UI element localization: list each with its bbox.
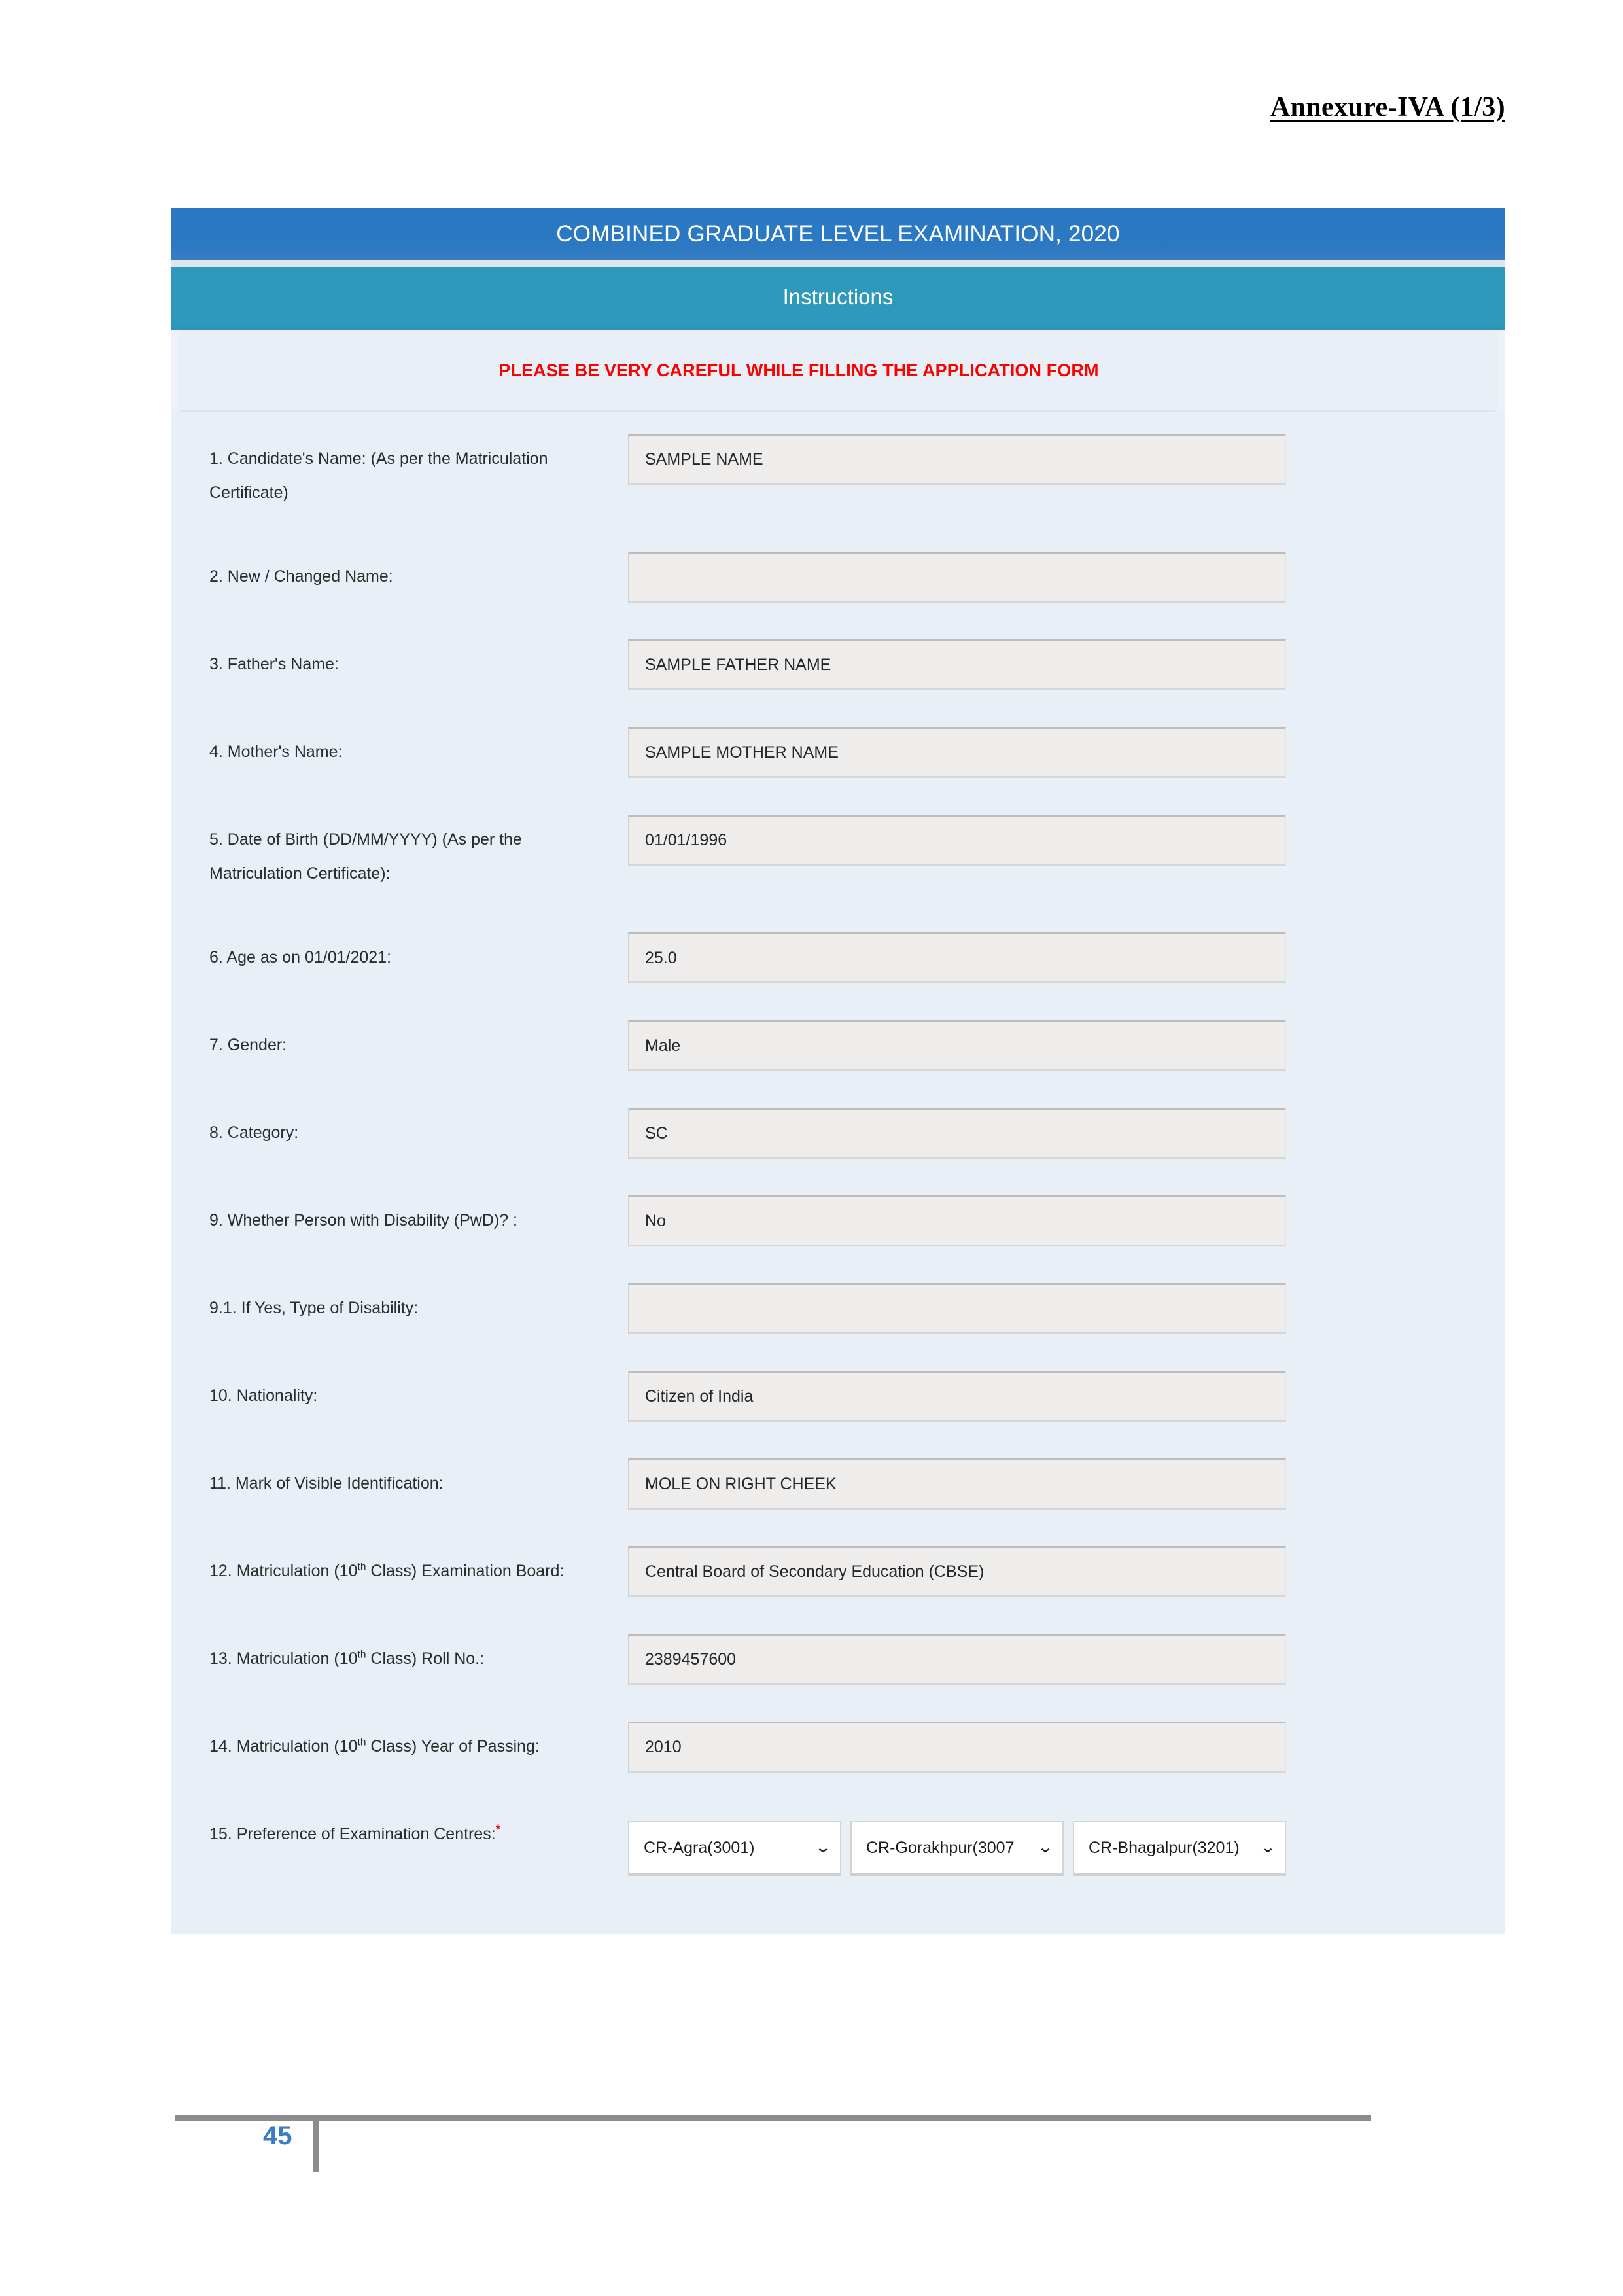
footer-rule [175,2115,1371,2121]
field-control: 2010 [628,1711,1505,1773]
field-label-prefix: 13. Matriculation (10 [209,1650,358,1668]
exam-title: COMBINED GRADUATE LEVEL EXAMINATION, 202… [556,221,1120,247]
instructions-block: PLEASE BE VERY CAREFUL WHILE FILLING THE… [171,330,1505,410]
centre-select-1-value: CR-Agra(3001) [644,1838,755,1857]
field-label-suffix: Class) Roll No.: [366,1650,485,1668]
field-control: 2389457600 [628,1623,1505,1685]
candidate-name-input[interactable]: SAMPLE NAME [628,434,1286,485]
age-input[interactable]: 25.0 [628,932,1286,983]
field-label: 13. Matriculation (10th Class) Roll No.: [209,1623,628,1676]
chevron-down-icon: ⌄ [814,1839,831,1856]
changed-name-input[interactable] [628,552,1286,603]
field-control: CR-Agra(3001) ⌄ CR-Gorakhpur(3007 ⌄ CR-B… [628,1799,1505,1876]
form-row: 9. Whether Person with Disability (PwD)?… [171,1185,1505,1273]
field-label: 9.1. If Yes, Type of Disability: [209,1299,419,1317]
field-label: 7. Gender: [209,1036,287,1054]
form-row: 3. Father's Name: SAMPLE FATHER NAME [171,629,1505,716]
application-form-panel: COMBINED GRADUATE LEVEL EXAMINATION, 202… [171,208,1505,1934]
form-row: 6. Age as on 01/01/2021: 25.0 [171,922,1505,1010]
ordinal-suffix: th [357,1561,366,1573]
form-row: 14. Matriculation (10th Class) Year of P… [171,1711,1505,1799]
footer-tick [313,2115,319,2172]
field-control: SAMPLE MOTHER NAME [628,716,1505,778]
field-label: 15. Preference of Examination Centres:* [209,1799,628,1851]
field-control: MOLE ON RIGHT CHEEK [628,1448,1505,1510]
field-label: 1. Candidate's Name: (As per the Matricu… [209,450,548,502]
centre-select-2[interactable]: CR-Gorakhpur(3007 ⌄ [850,1821,1064,1876]
field-control [628,1273,1505,1334]
field-control: 01/01/1996 [628,804,1505,866]
page-number: 45 [263,2121,292,2150]
form-row: 12. Matriculation (10th Class) Examinati… [171,1536,1505,1623]
ordinal-suffix: th [357,1737,366,1748]
bar-divider [171,260,1505,267]
nationality-input[interactable]: Citizen of India [628,1371,1286,1422]
field-control: Central Board of Secondary Education (CB… [628,1536,1505,1597]
mother-name-input[interactable]: SAMPLE MOTHER NAME [628,727,1286,778]
centre-select-3[interactable]: CR-Bhagalpur(3201) ⌄ [1073,1821,1286,1876]
form-row: 1. Candidate's Name: (As per the Matricu… [171,423,1505,541]
form-row: 2. New / Changed Name: [171,541,1505,629]
annexure-label: Annexure-IVA (1/3) [1270,92,1505,122]
instructions-title: Instructions [782,285,894,309]
form-fields: 1. Candidate's Name: (As per the Matricu… [171,412,1505,1934]
centre-preference-label: 15. Preference of Examination Centres: [209,1825,496,1843]
form-row: 8. Category: SC [171,1097,1505,1185]
form-row: 11. Mark of Visible Identification: MOLE… [171,1448,1505,1536]
category-input[interactable]: SC [628,1108,1286,1159]
form-row: 7. Gender: Male [171,1010,1505,1097]
field-control: SC [628,1097,1505,1159]
warning-text: PLEASE BE VERY CAREFUL WHILE FILLING THE… [498,360,1099,380]
matric-year-input[interactable]: 2010 [628,1722,1286,1773]
form-row: 9.1. If Yes, Type of Disability: [171,1273,1505,1360]
field-label: 4. Mother's Name: [209,743,343,761]
identification-mark-input[interactable]: MOLE ON RIGHT CHEEK [628,1458,1286,1510]
gender-input[interactable]: Male [628,1020,1286,1071]
field-label: 9. Whether Person with Disability (PwD)?… [209,1211,517,1229]
form-row: 4. Mother's Name: SAMPLE MOTHER NAME [171,716,1505,804]
field-label: 5. Date of Birth (DD/MM/YYYY) (As per th… [209,830,522,883]
centre-preference-selects: CR-Agra(3001) ⌄ CR-Gorakhpur(3007 ⌄ CR-B… [628,1809,1505,1876]
field-label: 12. Matriculation (10th Class) Examinati… [209,1536,628,1588]
field-control: SAMPLE FATHER NAME [628,629,1505,690]
field-control: Male [628,1010,1505,1071]
exam-title-bar: COMBINED GRADUATE LEVEL EXAMINATION, 202… [171,208,1505,260]
field-label: 8. Category: [209,1123,299,1142]
ordinal-suffix: th [357,1649,366,1661]
field-control: Citizen of India [628,1360,1505,1422]
field-label-prefix: 14. Matriculation (10 [209,1737,358,1756]
matric-roll-no-input[interactable]: 2389457600 [628,1634,1286,1685]
pwd-input[interactable]: No [628,1195,1286,1246]
field-label: 6. Age as on 01/01/2021: [209,948,392,966]
field-control: No [628,1185,1505,1246]
centre-select-1[interactable]: CR-Agra(3001) ⌄ [628,1821,841,1876]
field-control: SAMPLE NAME [628,423,1505,485]
required-asterisk: * [495,1822,501,1836]
father-name-input[interactable]: SAMPLE FATHER NAME [628,639,1286,690]
field-label-prefix: 12. Matriculation (10 [209,1562,358,1580]
field-label-suffix: Class) Year of Passing: [366,1737,540,1756]
centre-select-3-value: CR-Bhagalpur(3201) [1089,1838,1240,1857]
form-row: 15. Preference of Examination Centres:* … [171,1799,1505,1886]
form-row: 10. Nationality: Citizen of India [171,1360,1505,1448]
field-label: 3. Father's Name: [209,655,339,673]
field-label: 14. Matriculation (10th Class) Year of P… [209,1711,628,1763]
centre-select-2-value: CR-Gorakhpur(3007 [866,1838,1015,1857]
field-label: 11. Mark of Visible Identification: [209,1474,444,1492]
chevron-down-icon: ⌄ [1259,1839,1276,1856]
disability-type-input[interactable] [628,1283,1286,1334]
field-label: 10. Nationality: [209,1386,318,1405]
field-control [628,541,1505,603]
matric-board-input[interactable]: Central Board of Secondary Education (CB… [628,1546,1286,1597]
form-row: 13. Matriculation (10th Class) Roll No.:… [171,1623,1505,1711]
instructions-bar: Instructions [171,267,1505,330]
chevron-down-icon: ⌄ [1037,1839,1054,1856]
field-control: 25.0 [628,922,1505,983]
field-label: 2. New / Changed Name: [209,567,393,586]
form-row: 5. Date of Birth (DD/MM/YYYY) (As per th… [171,804,1505,922]
field-label-suffix: Class) Examination Board: [366,1562,565,1580]
date-of-birth-input[interactable]: 01/01/1996 [628,815,1286,866]
